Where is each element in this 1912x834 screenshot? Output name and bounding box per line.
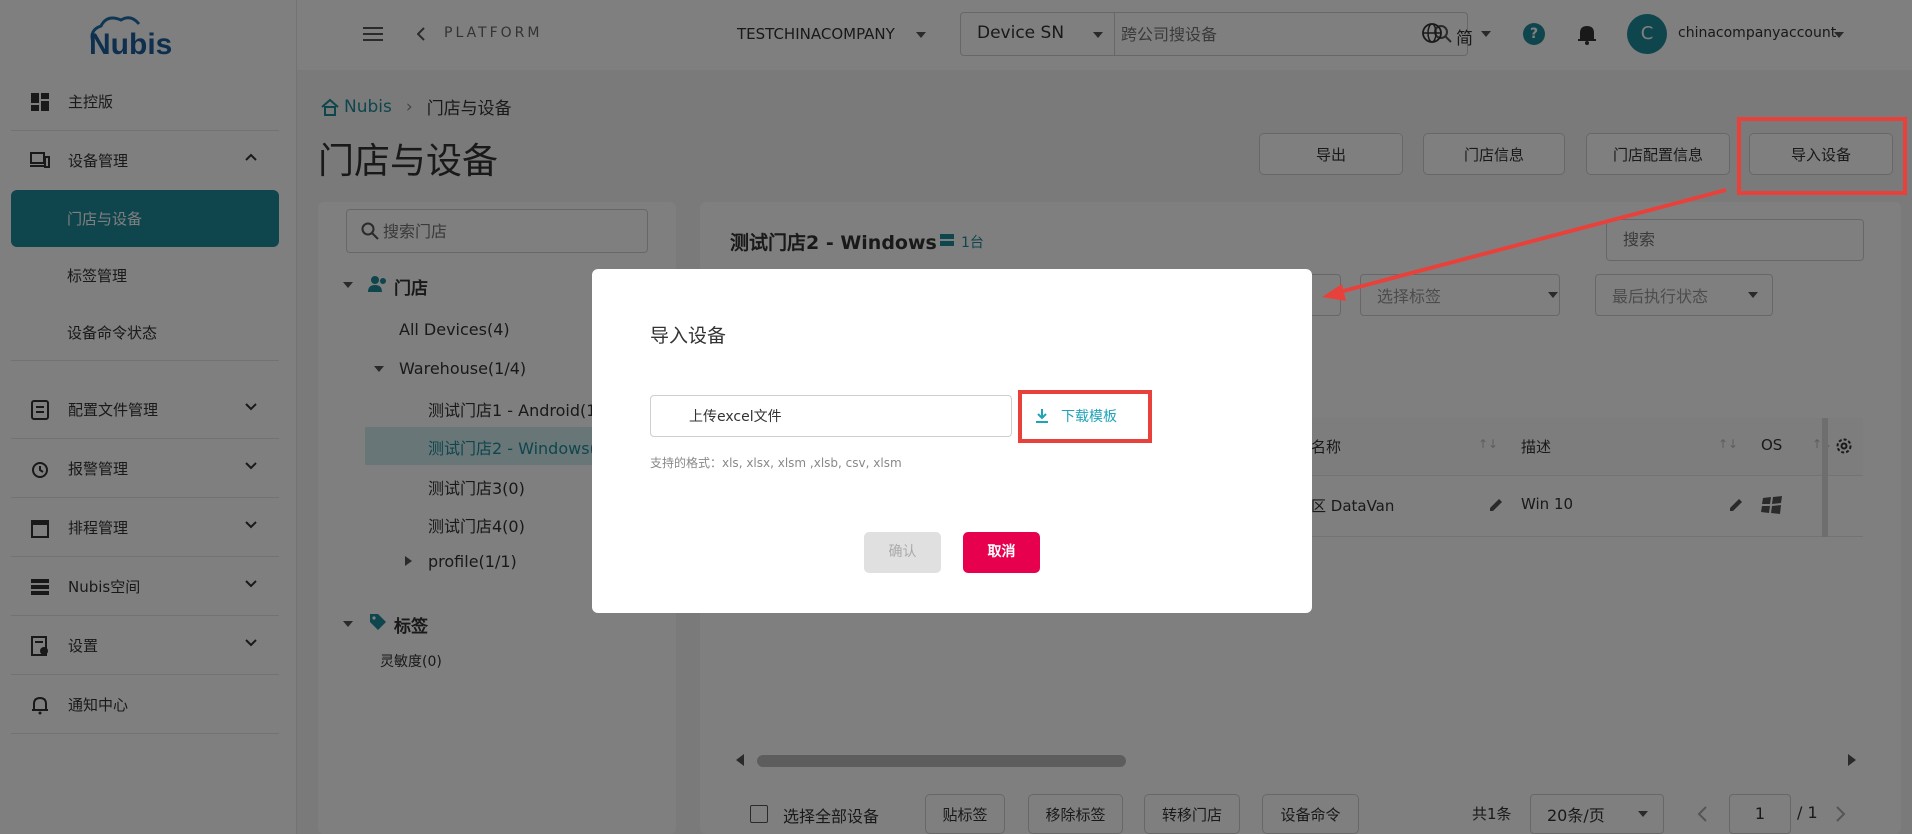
- callout-arrow: [1322, 188, 1727, 301]
- cancel-button[interactable]: 取消: [963, 532, 1040, 573]
- supported-formats-hint: 支持的格式：xls, xlsx, xlsm ,xlsb, csv, xlsm: [650, 456, 902, 470]
- callout-box-import-device: [1737, 117, 1907, 195]
- import-device-dialog: 导入设备 上传excel文件 下载模板 支持的格式：xls, xlsx, xls…: [592, 269, 1312, 613]
- callout-box-download-template: [1018, 390, 1152, 443]
- confirm-button[interactable]: 确认: [864, 532, 941, 573]
- upload-excel-field[interactable]: 上传excel文件: [650, 395, 1012, 437]
- dialog-title: 导入设备: [650, 325, 727, 347]
